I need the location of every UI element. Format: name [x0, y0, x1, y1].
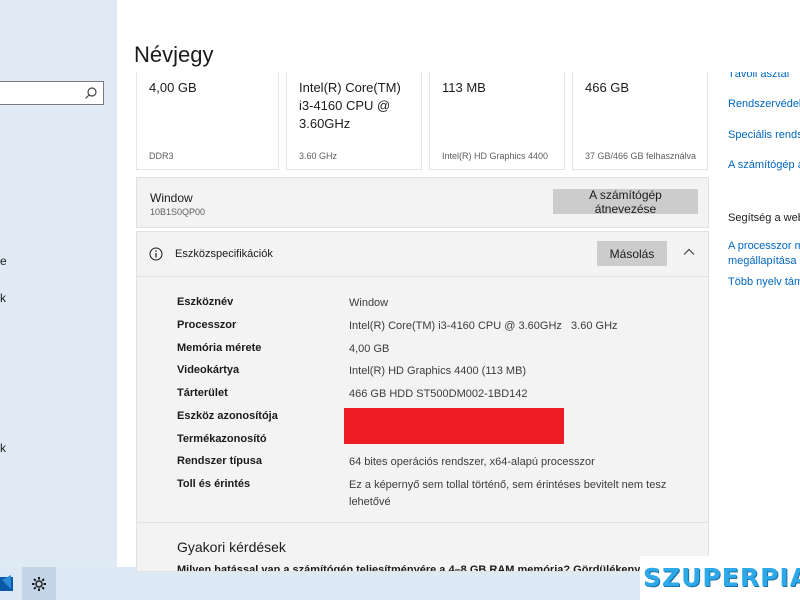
- spec-label: Termékazonosító: [177, 433, 267, 445]
- faq-question[interactable]: Milyen hatással van a számítógép teljesí…: [177, 564, 640, 571]
- graphics-card: 113 MB Intel(R) HD Graphics 4400: [429, 72, 565, 170]
- spec-label: Eszköznév: [177, 296, 234, 308]
- search-icon: [85, 87, 97, 99]
- link-system-protection[interactable]: Rendszervédelem: [728, 98, 800, 110]
- spec-label: Tárterület: [177, 387, 228, 399]
- card-subtext: Intel(R) HD Graphics 4400: [442, 151, 549, 161]
- spec-value: 64 bites operációs rendszer, x64-alapú p…: [349, 456, 595, 468]
- spec-label: Eszköz azonosítója: [177, 410, 278, 422]
- card-value: 113 MB: [442, 80, 486, 95]
- spec-label: Toll és érintés: [177, 478, 251, 490]
- related-settings: Távoli asztal Rendszervédelem Speciális …: [720, 0, 800, 560]
- card-value: 4,00 GB: [149, 80, 197, 95]
- link-processor-cores-cont[interactable]: megállapítása: [728, 255, 797, 267]
- watermark-logo: SZUPERPIAC: [640, 556, 800, 600]
- spec-value: 466 GB HDD ST500DM002-1BD142: [349, 388, 528, 400]
- rename-panel: Window 10B1S0QP00 A számítógép átnevezés…: [136, 177, 709, 228]
- spec-value: Intel(R) Core(TM) i3-4160 CPU @ 3.60GHz …: [349, 320, 618, 332]
- help-heading: Segítség a webről: [728, 212, 800, 224]
- device-name: Window: [150, 191, 193, 205]
- sidebar: e k k: [0, 0, 117, 600]
- specifications-title: Eszközspecifikációk: [175, 248, 273, 260]
- gear-icon: [32, 576, 46, 591]
- spec-label: Rendszer típusa: [177, 455, 262, 467]
- settings-taskbar-button[interactable]: [22, 567, 56, 600]
- page-title: Névjegy: [134, 42, 214, 67]
- search-input[interactable]: [0, 81, 104, 105]
- sidebar-item-fragment[interactable]: k: [0, 291, 6, 305]
- spec-value: Window: [349, 297, 389, 309]
- info-icon: [149, 247, 163, 261]
- card-subtext: 3.60 GHz: [299, 151, 338, 161]
- faq-title: Gyakori kérdések: [177, 539, 286, 555]
- device-code: 10B1S0QP00: [150, 207, 206, 217]
- sidebar-item-fragment[interactable]: e: [0, 254, 7, 268]
- rename-pc-button[interactable]: A számítógép átnevezése: [553, 188, 698, 216]
- link-rename-pc[interactable]: A számítógép átnevezése: [728, 159, 800, 171]
- spec-label: Processzor: [177, 319, 237, 331]
- redaction-block: [344, 408, 564, 444]
- memory-card: 4,00 GB DDR3: [136, 72, 279, 170]
- faq-panel: Gyakori kérdések Milyen hatással van a s…: [136, 522, 709, 572]
- card-value: Intel(R) Core(TM) i3-4160 CPU @ 3.60GHz: [299, 80, 401, 131]
- mail-app-icon[interactable]: [0, 571, 18, 595]
- chevron-up-icon[interactable]: [683, 246, 695, 258]
- link-multi-language[interactable]: Több nyelv támogatása: [728, 276, 800, 288]
- link-advanced-system-settings[interactable]: Speciális rendszerbeállítások: [728, 129, 800, 141]
- sidebar-item-fragment[interactable]: k: [0, 441, 6, 455]
- copy-button[interactable]: Másolás: [597, 241, 667, 266]
- processor-card: Intel(R) Core(TM) i3-4160 CPU @ 3.60GHz …: [286, 72, 422, 170]
- link-remote-desktop[interactable]: Távoli asztal: [728, 72, 789, 80]
- card-value: 466 GB: [585, 80, 630, 95]
- card-subtext: DDR3: [149, 151, 174, 161]
- storage-card: 466 GB 37 GB/466 GB felhasználva: [572, 72, 708, 170]
- spec-label: Memória mérete: [177, 342, 262, 354]
- spec-label: Videokártya: [177, 364, 240, 376]
- spec-value: 4,00 GB: [349, 343, 390, 355]
- spec-value: Intel(R) HD Graphics 4400 (113 MB): [349, 365, 527, 377]
- device-specifications-panel: Eszközspecifikációk Másolás Eszköznév Wi…: [136, 231, 709, 523]
- spec-value: Ez a képernyő sem tollal történő, sem ér…: [349, 479, 667, 508]
- specifications-header[interactable]: Eszközspecifikációk Másolás: [137, 232, 708, 277]
- link-processor-cores[interactable]: A processzor magjainak: [728, 240, 800, 252]
- card-subtext: 37 GB/466 GB felhasználva: [585, 151, 697, 161]
